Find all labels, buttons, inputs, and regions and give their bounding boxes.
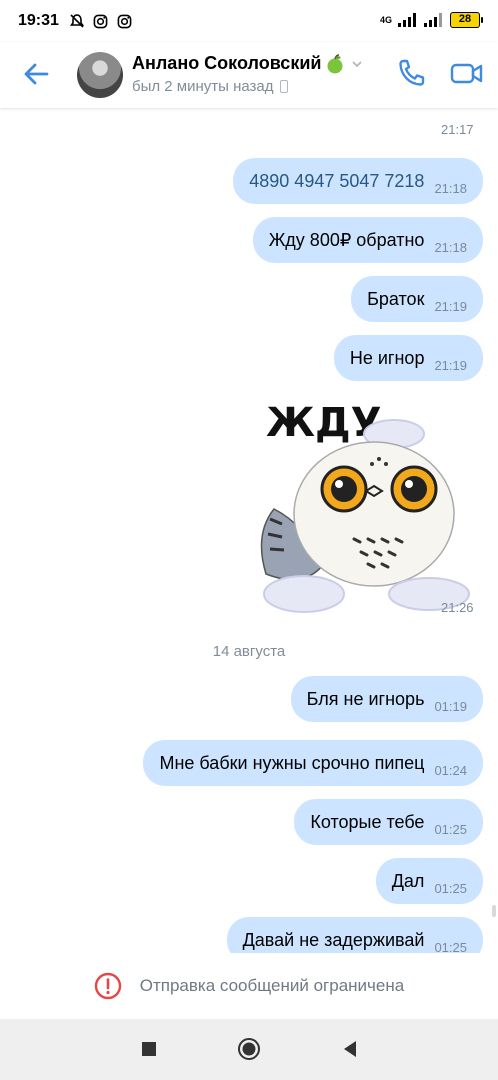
- home-button[interactable]: [237, 1037, 261, 1061]
- system-navigation-bar: [0, 1019, 498, 1080]
- message-text[interactable]: 4890 4947 5047 7218: [249, 171, 424, 192]
- back-nav-button[interactable]: [339, 1037, 363, 1061]
- signal-icon: [424, 13, 442, 27]
- back-button[interactable]: [20, 58, 52, 90]
- mobile-icon: [279, 80, 288, 93]
- video-camera-icon: [450, 63, 483, 84]
- message-bubble[interactable]: Жду 800₽ обратно 21:18: [252, 217, 483, 263]
- sticker-caption: ЖДУ: [266, 400, 381, 446]
- message-text: Не игнор: [349, 347, 425, 368]
- warning-icon: [94, 972, 121, 1000]
- owl-sticker[interactable]: ЖДУ: [244, 394, 484, 620]
- message-bubble[interactable]: Дал 01:25: [375, 858, 483, 904]
- status-time: 19:31: [18, 12, 59, 29]
- contact-info[interactable]: Анлано Соколовский был 2 минуты назад: [132, 53, 363, 95]
- message-bubble[interactable]: Браток 21:19: [351, 276, 483, 322]
- back-arrow-icon: [24, 63, 49, 85]
- message-text: Жду 800₽ обратно: [268, 229, 425, 250]
- instagram-icon: [117, 13, 133, 29]
- message-time: 01:25: [434, 940, 467, 953]
- recents-button[interactable]: [137, 1037, 161, 1061]
- square-icon: [142, 1042, 156, 1056]
- triangle-back-icon: [344, 1041, 356, 1057]
- scrollbar[interactable]: [492, 905, 496, 917]
- messaging-restricted-bar: Отправка сообщений ограничена: [0, 953, 498, 1019]
- message-time: 21:17: [441, 122, 474, 137]
- message-text: Браток: [367, 288, 425, 309]
- restricted-text: Отправка сообщений ограничена: [139, 976, 405, 995]
- contact-name: Анлано Соколовский: [132, 53, 322, 73]
- message-time: 01:19: [434, 699, 467, 714]
- message-time: 01:24: [434, 763, 467, 778]
- dnd-off-icon: [69, 13, 85, 29]
- status-bar: 19:31 4G 28: [0, 0, 498, 42]
- message-text: Бля не игнорь: [306, 688, 425, 709]
- message-text: Дал: [391, 870, 425, 891]
- avatar[interactable]: [77, 52, 123, 98]
- instagram-icon: [93, 13, 109, 29]
- message-bubble[interactable]: Мне бабки нужны срочно пипец 01:24: [143, 740, 483, 786]
- video-call-button[interactable]: [450, 57, 484, 89]
- date-separator: 14 августа: [212, 643, 286, 660]
- message-bubble[interactable]: Давай не задерживай 01:25: [226, 917, 483, 953]
- network-label: 4G: [379, 15, 392, 25]
- message-bubble[interactable]: Которые тебе 01:25: [294, 799, 483, 845]
- message-list[interactable]: 21:17 4890 4947 5047 7218 21:18 Жду 800₽…: [0, 108, 498, 953]
- message-text: Которые тебе: [310, 811, 425, 832]
- status-right: 4G 28: [379, 12, 483, 28]
- message-bubble[interactable]: Бля не игнорь 01:19: [290, 676, 483, 722]
- message-time: 21:26: [441, 600, 474, 615]
- phone-icon: [399, 59, 425, 86]
- chevron-down-icon: [352, 60, 363, 67]
- signal-icon: [398, 13, 416, 27]
- message-bubble[interactable]: Не игнор 21:19: [333, 335, 483, 381]
- chat-header: Анлано Соколовский был 2 минуты назад: [0, 42, 498, 108]
- message-time: 21:19: [434, 299, 467, 314]
- message-time: 21:19: [434, 358, 467, 373]
- message-text: Давай не задерживай: [242, 929, 425, 950]
- message-bubble[interactable]: 4890 4947 5047 7218 21:18: [233, 158, 483, 204]
- message-text: Мне бабки нужны срочно пипец: [159, 752, 425, 773]
- last-seen-text: был 2 минуты назад: [132, 78, 274, 95]
- circle-icon: [238, 1038, 260, 1060]
- message-time: 01:25: [434, 822, 467, 837]
- apple-emoji-icon: [327, 53, 343, 73]
- message-time: 01:25: [434, 881, 467, 896]
- message-time: 21:18: [434, 240, 467, 255]
- call-button[interactable]: [396, 57, 428, 89]
- message-time: 21:18: [434, 181, 467, 196]
- battery-indicator: 28: [450, 12, 483, 28]
